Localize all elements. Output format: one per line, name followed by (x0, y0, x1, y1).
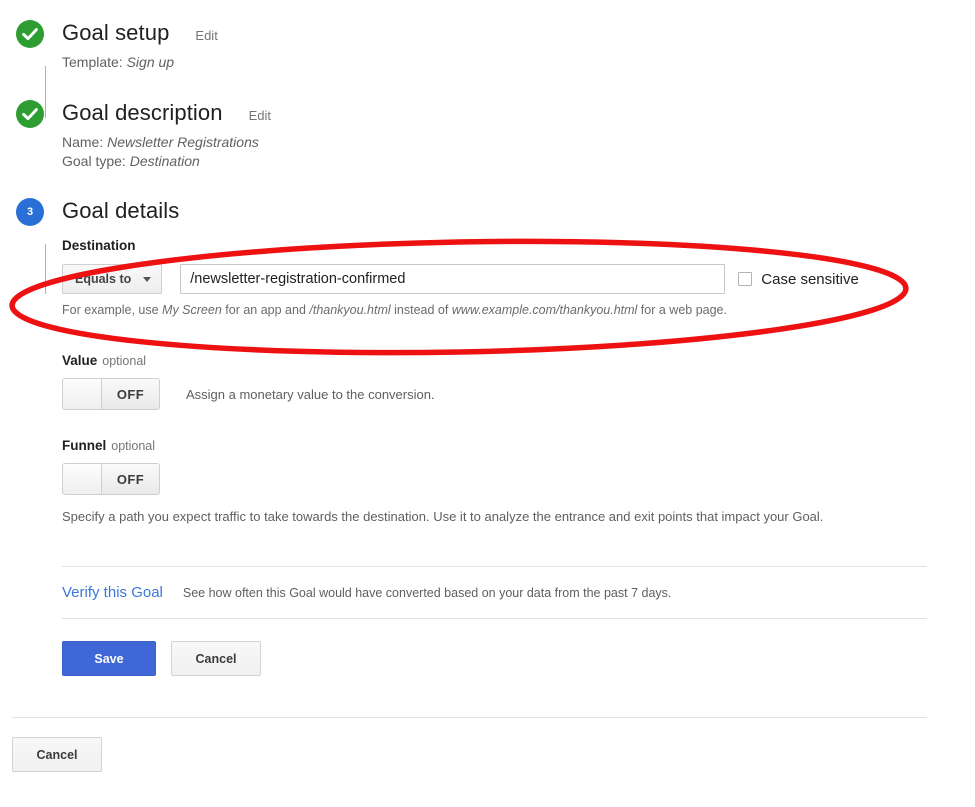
step-2-title: Goal description (62, 100, 223, 125)
step-number-badge: 3 (16, 198, 44, 226)
help-example-path: /thankyou.html (309, 303, 391, 317)
goal-name-label: Name: (62, 134, 104, 150)
case-sensitive-group: Case sensitive (738, 271, 859, 288)
chevron-down-icon (143, 276, 152, 282)
value-description: Assign a monetary value to the conversio… (186, 386, 435, 402)
goal-name-value: Newsletter Registrations (107, 134, 259, 150)
help-mid-2: instead of (390, 303, 452, 317)
goal-editor-page: Goal setup Edit Template: Sign up Goal d… (0, 0, 975, 807)
funnel-toggle-state: OFF (116, 471, 145, 487)
funnel-toggle[interactable]: OFF (62, 463, 160, 495)
save-button[interactable]: Save (62, 641, 156, 676)
toggle-knob (63, 464, 102, 494)
check-icon (16, 20, 44, 48)
case-sensitive-label[interactable]: Case sensitive (761, 271, 859, 288)
step-1-summary: Template: Sign up (62, 53, 218, 72)
funnel-optional-tag: optional (111, 439, 156, 453)
step-2-edit-link[interactable]: Edit (249, 108, 271, 123)
help-prefix: For example, use (62, 303, 163, 317)
goal-type-value: Destination (129, 153, 200, 169)
step-goal-details: 3 Goal details Destination Equals to Cas… (0, 198, 927, 676)
funnel-label: Funnel optional (62, 438, 927, 453)
step-goal-description: Goal description Edit Name: Newsletter R… (0, 100, 271, 294)
action-button-row: Save Cancel (62, 619, 927, 676)
funnel-toggle-row: OFF (62, 453, 927, 495)
toggle-knob (63, 379, 102, 409)
value-toggle-state: OFF (116, 386, 145, 402)
help-suffix: for a web page. (637, 303, 727, 317)
value-label-text: Value (62, 353, 98, 368)
step-2-marker (16, 100, 46, 294)
destination-row: Equals to Case sensitive (62, 264, 927, 294)
funnel-label-text: Funnel (62, 438, 107, 453)
step-3-marker: 3 (16, 198, 46, 228)
verify-row: Verify this Goal See how often this Goal… (62, 567, 927, 618)
step-3-title: Goal details (62, 198, 180, 223)
value-label: Value optional (62, 353, 927, 368)
step-3-number: 3 (26, 206, 34, 218)
funnel-description: Specify a path you expect traffic to tak… (62, 509, 824, 524)
verify-this-goal-link[interactable]: Verify this Goal (62, 584, 163, 601)
step-goal-setup: Goal setup Edit Template: Sign up (0, 20, 218, 118)
destination-help-text: For example, use My Screen for an app an… (62, 302, 927, 319)
bottom-divider (12, 717, 927, 718)
template-label: Template: (62, 54, 123, 70)
value-optional-tag: optional (102, 354, 147, 368)
check-icon (16, 100, 44, 128)
case-sensitive-checkbox[interactable] (738, 272, 753, 286)
template-value: Sign up (126, 54, 175, 70)
step-2-summary: Name: Newsletter Registrations Goal type… (62, 133, 271, 171)
match-type-select[interactable]: Equals to (62, 264, 163, 294)
goal-details-body: Destination Equals to Case sensitive For… (62, 224, 927, 676)
cancel-button[interactable]: Cancel (171, 641, 261, 676)
step-1-edit-link[interactable]: Edit (195, 28, 217, 43)
destination-label: Destination (62, 238, 136, 253)
verify-description: See how often this Goal would have conve… (182, 586, 672, 600)
value-toggle[interactable]: OFF (62, 378, 160, 410)
help-example-app: My Screen (162, 303, 222, 317)
goal-type-label: Goal type: (62, 153, 126, 169)
value-toggle-row: OFF Assign a monetary value to the conve… (62, 368, 927, 410)
match-type-value: Equals to (75, 272, 132, 286)
help-mid-1: for an app and (221, 303, 310, 317)
destination-url-input[interactable] (180, 264, 726, 294)
step-1-title: Goal setup (62, 20, 170, 45)
step-1-marker (16, 20, 46, 118)
bottom-cancel-button[interactable]: Cancel (12, 737, 102, 772)
help-example-url: www.example.com/thankyou.html (451, 303, 638, 317)
